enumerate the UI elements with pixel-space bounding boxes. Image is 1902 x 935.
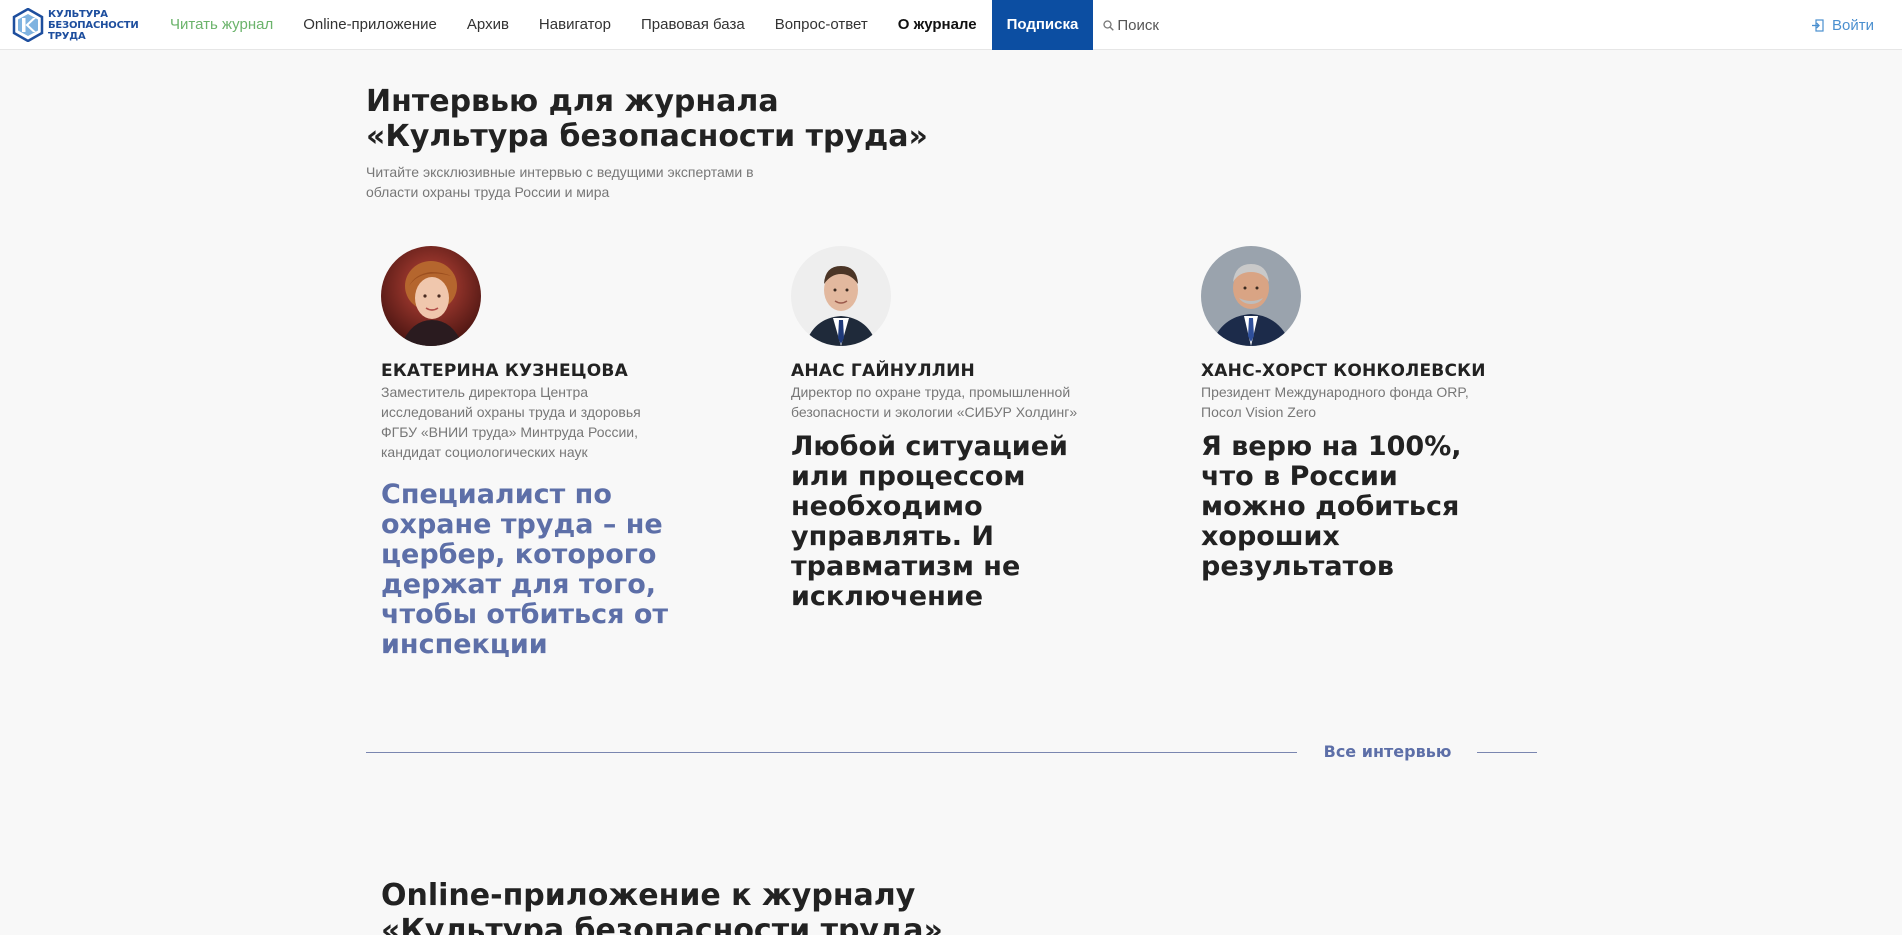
avatar[interactable] — [1201, 246, 1301, 346]
main-nav: Читать журнал Online-приложение Архив На… — [155, 0, 1169, 50]
logo-mark-icon — [12, 8, 44, 42]
login-button[interactable]: Войти — [1812, 0, 1874, 50]
search-icon — [1103, 19, 1115, 31]
logo-line: БЕЗОПАСНОСТИ — [48, 19, 139, 31]
nav-item-archive[interactable]: Архив — [452, 0, 524, 50]
nav-item-about[interactable]: О журнале — [883, 0, 992, 50]
interview-card: Екатерина Кузнецова Заместитель директор… — [381, 246, 691, 660]
search-label: Поиск — [1117, 16, 1159, 34]
interview-quote-link[interactable]: Любой ситуацией или процессом необходимо… — [791, 432, 1081, 612]
subscribe-button[interactable]: Подписка — [991, 0, 1094, 50]
interview-card: Ханс-Хорст Конколевски Президент Междуна… — [1201, 246, 1511, 582]
login-icon — [1812, 18, 1824, 32]
avatar[interactable] — [791, 246, 891, 346]
search-button[interactable]: Поиск — [1093, 0, 1169, 50]
interview-quote-link[interactable]: Специалист по охране труда – не цербер, … — [381, 480, 671, 660]
logo-wordmark: КУЛЬТУРА БЕЗОПАСНОСТИ ТРУДА — [48, 9, 139, 42]
interview-card: Анас Гайнуллин Директор по охране труда,… — [791, 246, 1101, 612]
nav-item-online-app[interactable]: Online-приложение — [288, 0, 452, 50]
person-name: Екатерина Кузнецова — [381, 361, 628, 381]
nav-item-legal-base[interactable]: Правовая база — [626, 0, 760, 50]
logo-line: КУЛЬТУРА — [48, 8, 108, 20]
nav-item-navigator[interactable]: Навигатор — [524, 0, 626, 50]
interviews-subtitle: Читайте эксклюзивные интервью с ведущими… — [366, 164, 754, 200]
divider-line — [366, 752, 1297, 753]
person-role: Президент Международного фонда ORP, Посо… — [1201, 384, 1469, 420]
avatar[interactable] — [381, 246, 481, 346]
nav-item-qa[interactable]: Вопрос-ответ — [760, 0, 883, 50]
interview-quote-link[interactable]: Я верю на 100%, что в России можно добит… — [1201, 432, 1491, 582]
all-interviews-link[interactable]: Все интервью — [1300, 741, 1475, 763]
person-name: Ханс-Хорст Конколевски — [1201, 361, 1486, 381]
interviews-title: Интервью для журнала «Культура безопасно… — [366, 84, 928, 154]
online-app-title: Online-приложение к журналу «Культура бе… — [381, 878, 943, 935]
person-role: Директор по охране труда, промышленной б… — [791, 384, 1078, 420]
logo-line: ТРУДА — [48, 30, 86, 42]
nav-item-read-journal[interactable]: Читать журнал — [155, 0, 288, 50]
divider-line — [1477, 752, 1537, 753]
person-name: Анас Гайнуллин — [791, 361, 975, 381]
login-label: Войти — [1832, 16, 1874, 34]
top-navigation-bar: КУЛЬТУРА БЕЗОПАСНОСТИ ТРУДА Читать журна… — [0, 0, 1902, 50]
site-logo[interactable]: КУЛЬТУРА БЕЗОПАСНОСТИ ТРУДА — [12, 7, 139, 43]
person-role: Заместитель директора Центра исследовани… — [381, 384, 641, 460]
